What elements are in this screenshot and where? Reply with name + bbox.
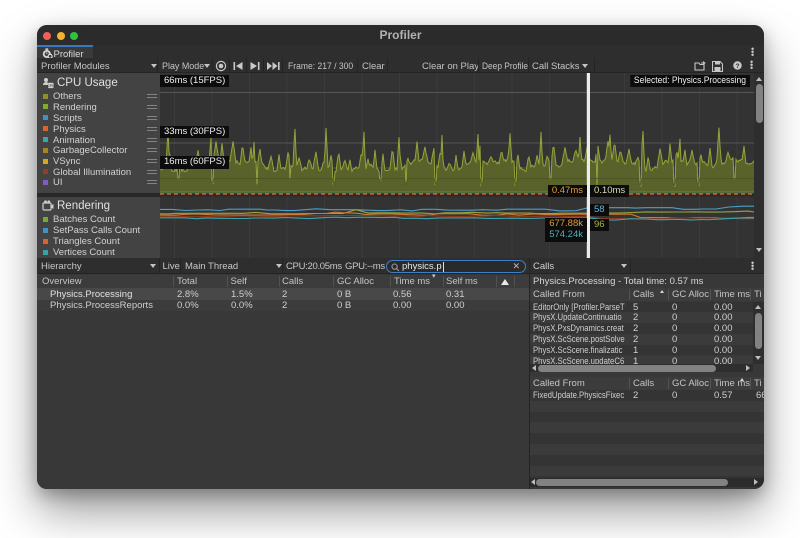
svg-text:?: ? [735, 63, 739, 70]
svg-text:CPU: CPU [47, 84, 54, 88]
